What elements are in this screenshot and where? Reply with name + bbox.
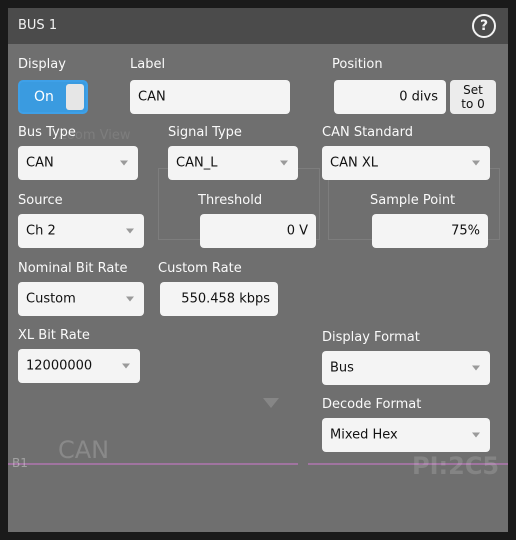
decode-format-label: Decode Format	[322, 397, 422, 412]
decode-format-value: Mixed Hex	[330, 427, 398, 443]
xl-bit-rate-label: XL Bit Rate	[18, 328, 90, 343]
label-label: Label	[130, 57, 166, 72]
source-label: Source	[18, 193, 63, 208]
chevron-down-icon	[120, 160, 128, 166]
nominal-bit-rate-select[interactable]: Custom	[18, 282, 144, 316]
label-input-value: CAN	[138, 89, 166, 105]
nominal-bit-rate-value: Custom	[26, 291, 76, 307]
sample-point-value: 75%	[451, 223, 480, 239]
xl-bit-rate-select[interactable]: 12000000	[18, 349, 140, 383]
ghost-marker	[263, 398, 279, 408]
ghost-decode-text: PI:2C5	[412, 452, 500, 480]
threshold-input[interactable]: 0 V	[200, 214, 316, 248]
bus-config-panel: Zoom View CAN B1 PI:2C5 BUS 1 ? Display …	[8, 8, 508, 532]
position-label: Position	[332, 57, 383, 72]
chevron-down-icon	[126, 296, 134, 302]
decode-format-select[interactable]: Mixed Hex	[322, 418, 490, 452]
label-input[interactable]: CAN	[130, 80, 290, 114]
can-standard-label: CAN Standard	[322, 125, 413, 140]
chevron-down-icon	[472, 432, 480, 438]
sample-point-input[interactable]: 75%	[372, 214, 488, 248]
ghost-bus-line	[8, 463, 298, 465]
threshold-label: Threshold	[198, 193, 263, 208]
chevron-down-icon	[126, 228, 134, 234]
signal-type-label: Signal Type	[168, 125, 242, 140]
can-standard-value: CAN XL	[330, 155, 378, 171]
display-format-select[interactable]: Bus	[322, 351, 490, 385]
source-value: Ch 2	[26, 223, 56, 239]
set-to-zero-button[interactable]: Set to 0	[450, 80, 496, 114]
display-format-label: Display Format	[322, 330, 420, 345]
bus-type-label: Bus Type	[18, 125, 76, 140]
custom-rate-value: 550.458 kbps	[181, 291, 270, 307]
title-bar: BUS 1 ?	[8, 8, 508, 44]
position-input-value: 0 divs	[399, 89, 438, 105]
xl-bit-rate-value: 12000000	[26, 358, 93, 374]
display-toggle[interactable]: On	[18, 80, 88, 114]
custom-rate-label: Custom Rate	[158, 261, 242, 276]
custom-rate-input[interactable]: 550.458 kbps	[160, 282, 278, 316]
display-label: Display	[18, 57, 66, 72]
chevron-down-icon	[122, 363, 130, 369]
chevron-down-icon	[472, 160, 480, 166]
display-toggle-value: On	[34, 89, 54, 105]
source-select[interactable]: Ch 2	[18, 214, 144, 248]
position-input[interactable]: 0 divs	[334, 80, 446, 114]
chevron-down-icon	[280, 160, 288, 166]
toggle-knob	[66, 84, 84, 110]
question-circle-icon[interactable]: ?	[472, 14, 496, 38]
signal-type-select[interactable]: CAN_L	[168, 146, 298, 180]
can-standard-select[interactable]: CAN XL	[322, 146, 490, 180]
bus-type-select[interactable]: CAN	[18, 146, 138, 180]
nominal-bit-rate-label: Nominal Bit Rate	[18, 261, 128, 276]
ghost-bus-label: CAN	[58, 436, 110, 464]
sample-point-label: Sample Point	[370, 193, 456, 208]
signal-type-value: CAN_L	[176, 155, 218, 171]
set-to-zero-label: Set to 0	[461, 83, 485, 111]
window-title: BUS 1	[18, 18, 58, 33]
display-format-value: Bus	[330, 360, 354, 376]
ghost-bus-badge: B1	[12, 456, 28, 470]
threshold-value: 0 V	[286, 223, 308, 239]
chevron-down-icon	[472, 365, 480, 371]
bus-type-value: CAN	[26, 155, 54, 171]
